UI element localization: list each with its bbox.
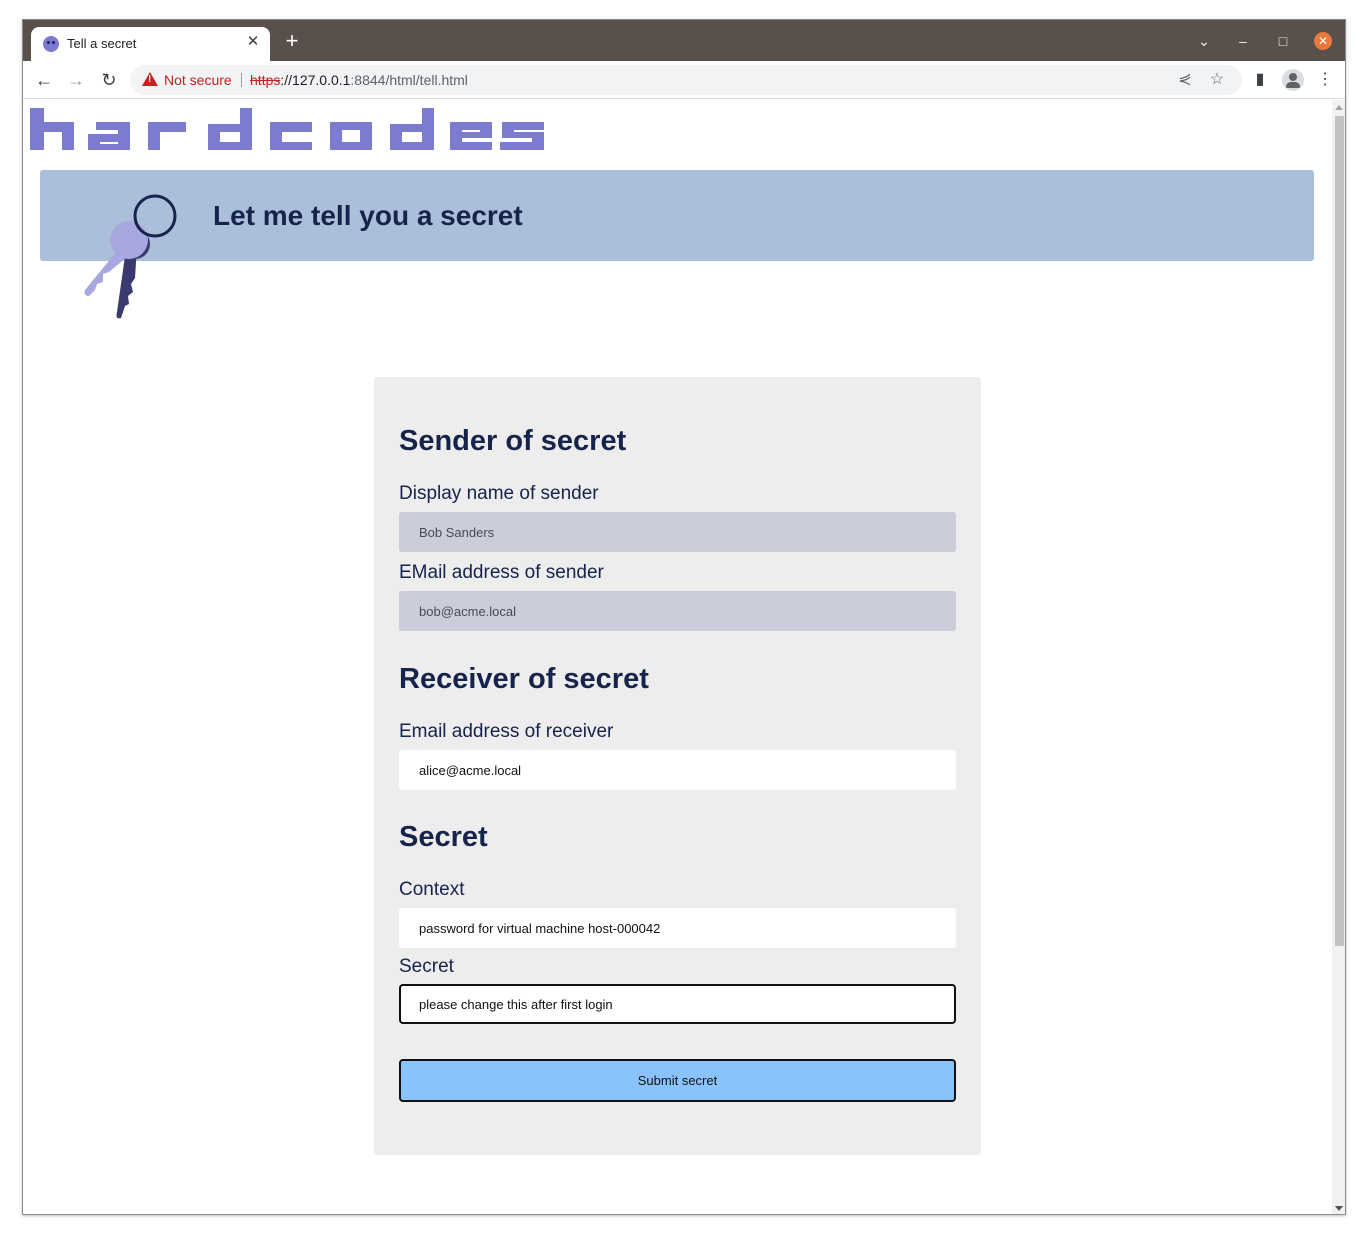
context-label: Context (399, 879, 465, 900)
url-path: :8844/html/tell.html (350, 72, 468, 88)
secret-heading: Secret (399, 821, 488, 853)
scroll-thumb[interactable] (1335, 116, 1344, 946)
window-close-icon[interactable]: ✕ (1314, 32, 1332, 50)
secret-label: Secret (399, 956, 454, 977)
bookmark-star-icon[interactable]: ☆ (1207, 70, 1227, 90)
reload-icon[interactable]: ↻ (98, 69, 120, 91)
menu-kebab-icon[interactable]: ⋮ (1314, 69, 1336, 91)
url-text[interactable]: https://127.0.0.1:8844/html/tell.html (250, 72, 468, 88)
sender-heading: Sender of secret (399, 425, 627, 457)
sender-email-field[interactable] (399, 591, 956, 631)
side-panel-icon[interactable]: ▮ (1249, 69, 1271, 91)
hardcodes-logo[interactable] (30, 108, 544, 157)
receiver-heading: Receiver of secret (399, 663, 649, 695)
logo-pixel-art (30, 108, 544, 150)
sender-email-label: EMail address of sender (399, 562, 604, 583)
warning-icon[interactable] (142, 72, 158, 86)
page-banner: Let me tell you a secret (40, 170, 1314, 261)
address-bar[interactable]: Not secure https://127.0.0.1:8844/html/t… (130, 65, 1242, 95)
secret-form: Sender of secret Display name of sender … (374, 377, 981, 1155)
browser-window: Tell a secret ✕ + ⌄ – □ ✕ ← → ↻ Not secu… (22, 19, 1346, 1215)
secret-field[interactable] (399, 984, 956, 1024)
keys-icon (81, 192, 181, 327)
page-scrollbar[interactable] (1332, 100, 1345, 1214)
tab-title: Tell a secret (67, 36, 137, 51)
new-tab-button[interactable]: + (282, 30, 302, 52)
tab-close-icon[interactable]: ✕ (245, 34, 261, 50)
omnibox-divider (241, 73, 242, 87)
browser-toolbar: ← → ↻ Not secure https://127.0.0.1:8844/… (23, 61, 1345, 99)
maximize-icon[interactable]: □ (1274, 32, 1292, 50)
favicon-icon (43, 36, 59, 52)
minimize-icon[interactable]: – (1234, 32, 1252, 50)
url-scheme: https (250, 72, 281, 88)
context-field[interactable] (399, 908, 956, 948)
scroll-down-icon[interactable] (1335, 1206, 1343, 1211)
page-title: Let me tell you a secret (213, 200, 523, 231)
page-viewport: Let me tell you a secret Sender of secre… (23, 100, 1332, 1214)
tab-strip: Tell a secret ✕ + ⌄ – □ ✕ (23, 20, 1345, 61)
sender-name-label: Display name of sender (399, 483, 599, 504)
profile-avatar-icon[interactable] (1282, 69, 1304, 91)
back-icon[interactable]: ← (33, 69, 55, 91)
receiver-email-label: Email address of receiver (399, 721, 614, 742)
sender-name-field[interactable] (399, 512, 956, 552)
receiver-email-field[interactable] (399, 750, 956, 790)
tab-tell-a-secret[interactable]: Tell a secret ✕ (31, 27, 270, 61)
tab-search-icon[interactable]: ⌄ (1195, 32, 1213, 50)
security-label[interactable]: Not secure (164, 72, 232, 88)
share-icon[interactable]: ⋞ (1175, 70, 1195, 90)
url-host: ://127.0.0.1 (280, 72, 351, 88)
submit-secret-button[interactable]: Submit secret (399, 1059, 956, 1102)
scroll-up-icon[interactable] (1335, 105, 1343, 110)
forward-icon[interactable]: → (65, 69, 87, 91)
